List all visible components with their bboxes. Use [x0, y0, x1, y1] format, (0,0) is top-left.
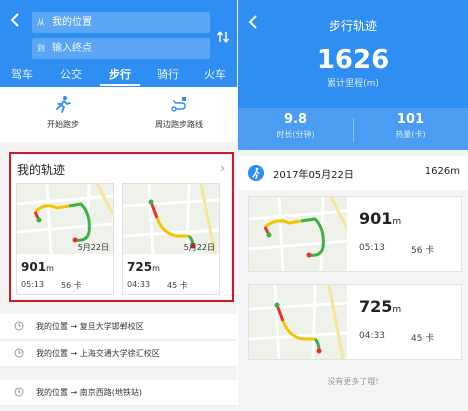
- start-field[interactable]: 从 我的位置: [32, 12, 210, 33]
- history-item[interactable]: 我的位置 → 上海交通大学徐汇校区: [0, 341, 237, 367]
- route-icon: [171, 97, 186, 112]
- clock-icon: [14, 387, 24, 397]
- date-row: 2017年05月22日 1626m: [238, 156, 468, 190]
- start-location-text: 我的位置: [52, 17, 92, 28]
- record-kcal: 45 卡: [411, 334, 435, 344]
- track-time: 04:33: [127, 280, 151, 289]
- route-header: 从 我的位置 到 输入终点 驾车 公交 步行 骑行 火车: [0, 0, 237, 87]
- start-running-label: 开始跑步: [47, 120, 79, 129]
- history-text: 我的位置 → 复旦大学邯郸校区: [36, 322, 144, 331]
- active-tab-indicator: [100, 84, 140, 86]
- tab-train[interactable]: 火车: [195, 66, 235, 82]
- track-card[interactable]: 5月22日 725m 04:33 45 卡: [122, 183, 220, 295]
- tab-walk[interactable]: 步行: [100, 66, 140, 82]
- calories-stat: 101 热量(卡): [395, 112, 426, 139]
- my-tracks-title: 我的轨迹: [17, 163, 66, 177]
- tab-bus[interactable]: 公交: [51, 66, 91, 82]
- end-marker-icon: 到: [37, 44, 45, 53]
- track-date: 5月22日: [77, 243, 109, 252]
- history-item[interactable]: 我的位置 → 南京西路(地铁站): [0, 380, 237, 406]
- record-map-thumbnail: [249, 285, 347, 359]
- no-more-text: 没有更多了哦!: [327, 377, 379, 386]
- start-marker-icon: 从: [37, 18, 45, 27]
- route-map-icon: [249, 285, 347, 359]
- tab-drive[interactable]: 驾车: [2, 66, 42, 82]
- record-distance: 901m: [359, 209, 402, 228]
- route-map-icon: [249, 197, 347, 271]
- track-date: 5月22日: [183, 243, 215, 252]
- track-time: 05:13: [21, 280, 45, 289]
- stats-bar: 9.8 时长(分钟) 101 热量(卡): [238, 108, 468, 150]
- track-distance: 725m: [127, 260, 160, 274]
- record-distance: 725m: [359, 297, 402, 316]
- record-map-thumbnail: [249, 197, 347, 271]
- track-summary-header: 步行轨迹 1626 累计里程(m) 9.8 时长(分钟) 101 热量(卡): [238, 0, 468, 150]
- history-text: 我的位置 → 上海交通大学徐汇校区: [36, 349, 160, 358]
- record-day-distance: 1626m: [424, 166, 460, 177]
- walk-track-screen: 步行轨迹 1626 累计里程(m) 9.8 时长(分钟) 101 热量(卡) 2…: [238, 0, 468, 411]
- total-distance-label: 累计里程(m): [327, 79, 379, 89]
- clock-icon: [14, 321, 24, 331]
- duration-stat: 9.8 时长(分钟): [276, 112, 315, 139]
- record-kcal: 56 卡: [411, 246, 435, 256]
- route-planner-screen: 从 我的位置 到 输入终点 驾车 公交 步行 骑行 火车 开始跑步 周边跑步路线…: [0, 0, 237, 411]
- transport-tabs: 驾车 公交 步行 骑行 火车: [0, 64, 237, 87]
- clock-icon: [14, 348, 24, 358]
- record-time: 04:33: [359, 331, 385, 341]
- back-arrow-icon[interactable]: [8, 12, 24, 28]
- track-distance: 901m: [21, 260, 54, 274]
- record-time: 05:13: [359, 243, 385, 253]
- total-distance-value: 1626: [316, 45, 390, 75]
- record-date: 2017年05月22日: [273, 170, 354, 181]
- history-text: 我的位置 → 南京西路(地铁站): [36, 388, 143, 397]
- runner-icon: [56, 96, 71, 113]
- walk-modes: 开始跑步 周边跑步路线: [0, 87, 237, 142]
- history-item[interactable]: 我的位置 → 复旦大学邯郸校区: [0, 314, 237, 340]
- walker-icon: [248, 165, 264, 181]
- chevron-right-icon[interactable]: ›: [220, 161, 225, 175]
- page-title: 步行轨迹: [328, 19, 377, 33]
- track-card[interactable]: 5月22日 901m 05:13 56 卡: [16, 183, 114, 295]
- end-placeholder: 输入终点: [52, 43, 92, 54]
- nearby-routes-button[interactable]: 周边跑步路线: [134, 95, 224, 130]
- start-running-button[interactable]: 开始跑步: [18, 95, 108, 130]
- record-card[interactable]: 901m 05:13 56 卡: [248, 196, 462, 272]
- record-card[interactable]: 725m 04:33 45 卡: [248, 284, 462, 360]
- track-kcal: 45 卡: [167, 281, 188, 290]
- tab-bike[interactable]: 骑行: [148, 66, 188, 82]
- end-field[interactable]: 到 输入终点: [32, 38, 210, 59]
- swap-icon[interactable]: [216, 30, 230, 44]
- nearby-routes-label: 周边跑步路线: [155, 120, 203, 129]
- track-kcal: 56 卡: [61, 281, 82, 290]
- my-tracks-card[interactable]: 我的轨迹 › 5月22日 901m 05:13 56 卡 5月22日 725m …: [12, 155, 231, 299]
